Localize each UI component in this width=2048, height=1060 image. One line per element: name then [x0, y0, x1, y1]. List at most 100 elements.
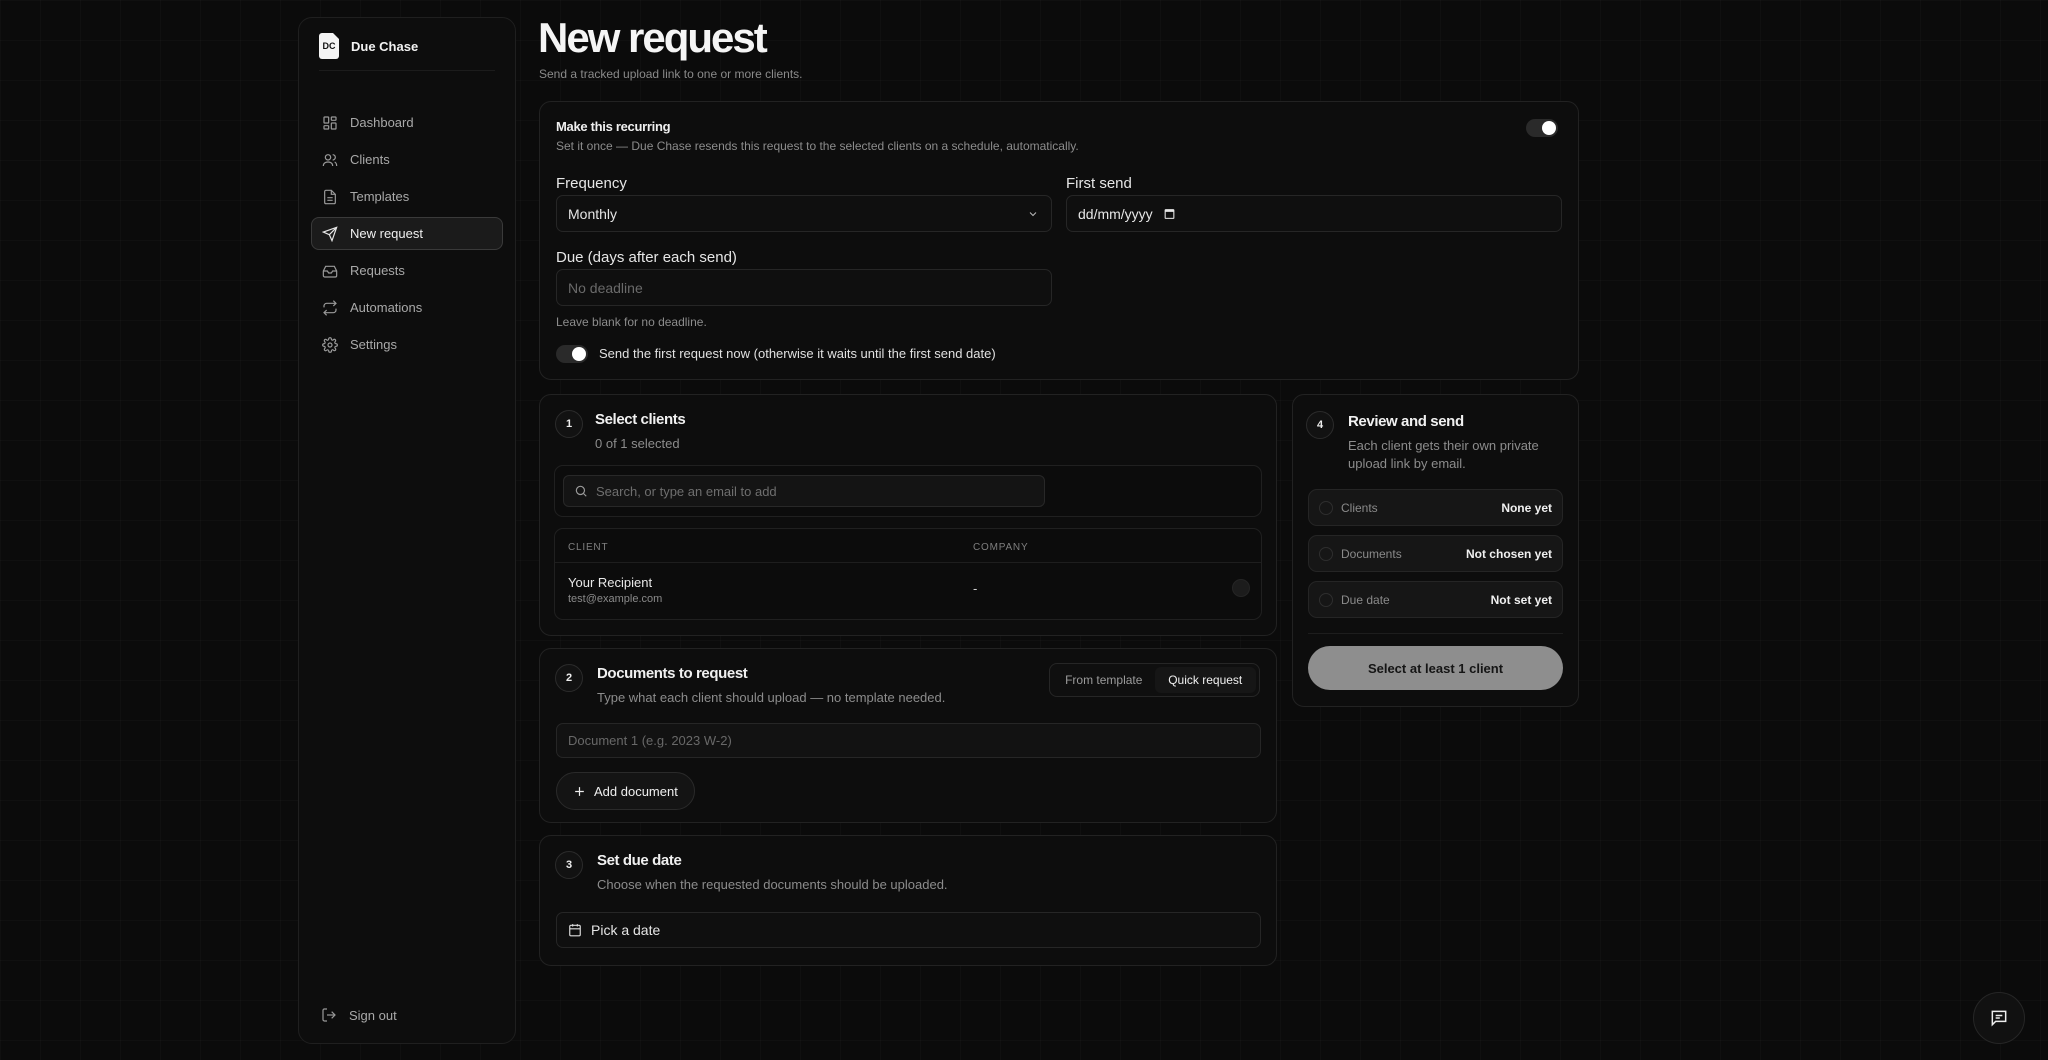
review-row-due-date: Due date Not set yet [1308, 581, 1563, 618]
section-title: Select clients [595, 411, 686, 428]
send-now-toggle[interactable] [556, 345, 588, 363]
sidebar-item-dashboard[interactable]: Dashboard [311, 106, 503, 139]
divider [555, 562, 1261, 563]
brand-logo: DC [319, 33, 339, 59]
review-label: Clients [1341, 500, 1378, 515]
column-header-company: COMPANY [973, 542, 1029, 553]
recurring-toggle[interactable] [1526, 119, 1558, 137]
step-badge: 3 [555, 851, 583, 879]
step-badge: 2 [555, 664, 583, 692]
document-mode-tabs: From template Quick request [1049, 663, 1260, 697]
review-label: Documents [1341, 546, 1402, 561]
column-header-client: CLIENT [568, 542, 609, 553]
sidebar: DC Due Chase Dashboard Clients Templates… [298, 17, 516, 1044]
due-days-input[interactable]: No deadline [556, 269, 1052, 306]
due-days-placeholder: No deadline [568, 279, 643, 296]
send-now-label: Send the first request now (otherwise it… [599, 346, 996, 361]
brand[interactable]: DC Due Chase [319, 32, 495, 60]
due-date-card: 3 Set due date Choose when the requested… [539, 835, 1277, 966]
client-company: - [973, 581, 978, 596]
client-email: test@example.com [568, 593, 663, 605]
divider [319, 70, 495, 71]
status-dot [1319, 592, 1333, 607]
document-name-input[interactable]: Document 1 (e.g. 2023 W-2) [556, 723, 1261, 758]
section-title: Set due date [597, 852, 682, 869]
section-title: Review and send [1348, 413, 1464, 430]
due-days-label: Due (days after each send) [556, 249, 737, 266]
sidebar-nav: Dashboard Clients Templates New request … [311, 106, 503, 365]
select-clients-card: 1 Select clients 0 of 1 selected Search,… [539, 394, 1277, 636]
sidebar-item-label: Templates [350, 189, 410, 204]
review-value: Not chosen yet [1465, 546, 1552, 561]
send-icon [322, 225, 338, 242]
add-document-label: Add document [594, 783, 678, 799]
send-request-button[interactable]: Select at least 1 client [1308, 646, 1563, 690]
sidebar-item-label: Requests [350, 263, 405, 278]
tab-from-template[interactable]: From template [1053, 667, 1155, 693]
sidebar-item-label: New request [350, 226, 423, 241]
status-dot [1319, 500, 1333, 515]
gear-icon [322, 336, 338, 353]
selection-count: 0 of 1 selected [595, 436, 680, 451]
sign-out-label: Sign out [349, 1007, 397, 1023]
chat-button[interactable] [1973, 992, 2025, 1044]
page-title: New request [538, 14, 768, 61]
sidebar-item-templates[interactable]: Templates [311, 180, 503, 213]
review-row-documents: Documents Not chosen yet [1308, 535, 1563, 572]
status-dot [1319, 546, 1333, 561]
sidebar-item-settings[interactable]: Settings [311, 328, 503, 361]
recurring-card: Make this recurring Set it once — Due Ch… [539, 101, 1579, 380]
logout-icon [322, 1008, 336, 1022]
section-subtitle: Each client gets their own private uploa… [1348, 438, 1539, 471]
users-icon [322, 153, 338, 166]
sign-out-button[interactable]: Sign out [321, 1007, 397, 1023]
section-subtitle: Type what each client should upload — no… [597, 690, 946, 705]
frequency-select[interactable]: Monthly [556, 195, 1052, 232]
sidebar-item-automations[interactable]: Automations [311, 291, 503, 324]
client-search-input[interactable]: Search, or type an email to add [563, 475, 1045, 507]
document-placeholder: Document 1 (e.g. 2023 W-2) [568, 733, 732, 748]
review-card: 4 Review and send Each client gets their… [1292, 394, 1579, 707]
first-send-label: First send [1066, 175, 1132, 192]
add-document-button[interactable]: Add document [556, 772, 695, 810]
search-icon [575, 485, 587, 497]
first-send-date-input[interactable]: dd/mm/yyyy [1066, 195, 1562, 232]
pick-date-label: Pick a date [591, 922, 661, 938]
sidebar-item-label: Dashboard [350, 115, 414, 130]
divider [1308, 633, 1563, 634]
sidebar-item-clients[interactable]: Clients [311, 143, 503, 176]
review-value: Not set yet [1490, 592, 1552, 607]
step-badge: 1 [555, 410, 583, 438]
page-subtitle: Send a tracked upload link to one or mor… [539, 67, 803, 81]
inbox-icon [322, 265, 338, 278]
brand-name: Due Chase [351, 38, 419, 54]
sidebar-item-new-request[interactable]: New request [311, 217, 503, 250]
review-value: None yet [1501, 500, 1552, 515]
repeat-icon [323, 299, 337, 316]
toggle-knob [572, 347, 586, 361]
search-container: Search, or type an email to add [554, 465, 1262, 517]
pick-date-button[interactable]: Pick a date [556, 912, 1261, 948]
recurring-description: Set it once — Due Chase resends this req… [556, 139, 1079, 153]
dashboard-icon [323, 115, 337, 130]
clients-table: CLIENT COMPANY Your Recipient test@examp… [554, 528, 1262, 620]
frequency-value: Monthly [568, 205, 618, 222]
calendar-icon[interactable] [1163, 207, 1176, 220]
sidebar-item-label: Clients [350, 152, 390, 167]
section-title: Documents to request [597, 665, 748, 682]
recurring-title: Make this recurring [556, 119, 671, 134]
documents-card: 2 Documents to request Type what each cl… [539, 648, 1277, 823]
row-select-checkbox[interactable] [1232, 579, 1250, 597]
due-days-hint: Leave blank for no deadline. [556, 315, 707, 329]
client-name: Your Recipient [568, 575, 653, 590]
sidebar-item-requests[interactable]: Requests [311, 254, 503, 287]
tab-quick-request[interactable]: Quick request [1154, 667, 1256, 693]
frequency-label: Frequency [556, 175, 627, 192]
search-placeholder: Search, or type an email to add [596, 483, 777, 499]
toggle-knob [1542, 121, 1556, 135]
first-send-value: dd/mm/yyyy [1078, 205, 1153, 222]
section-subtitle: Choose when the requested documents shou… [597, 877, 948, 892]
step-badge: 4 [1306, 411, 1334, 439]
calendar-icon [569, 924, 581, 937]
review-label: Due date [1341, 592, 1390, 607]
